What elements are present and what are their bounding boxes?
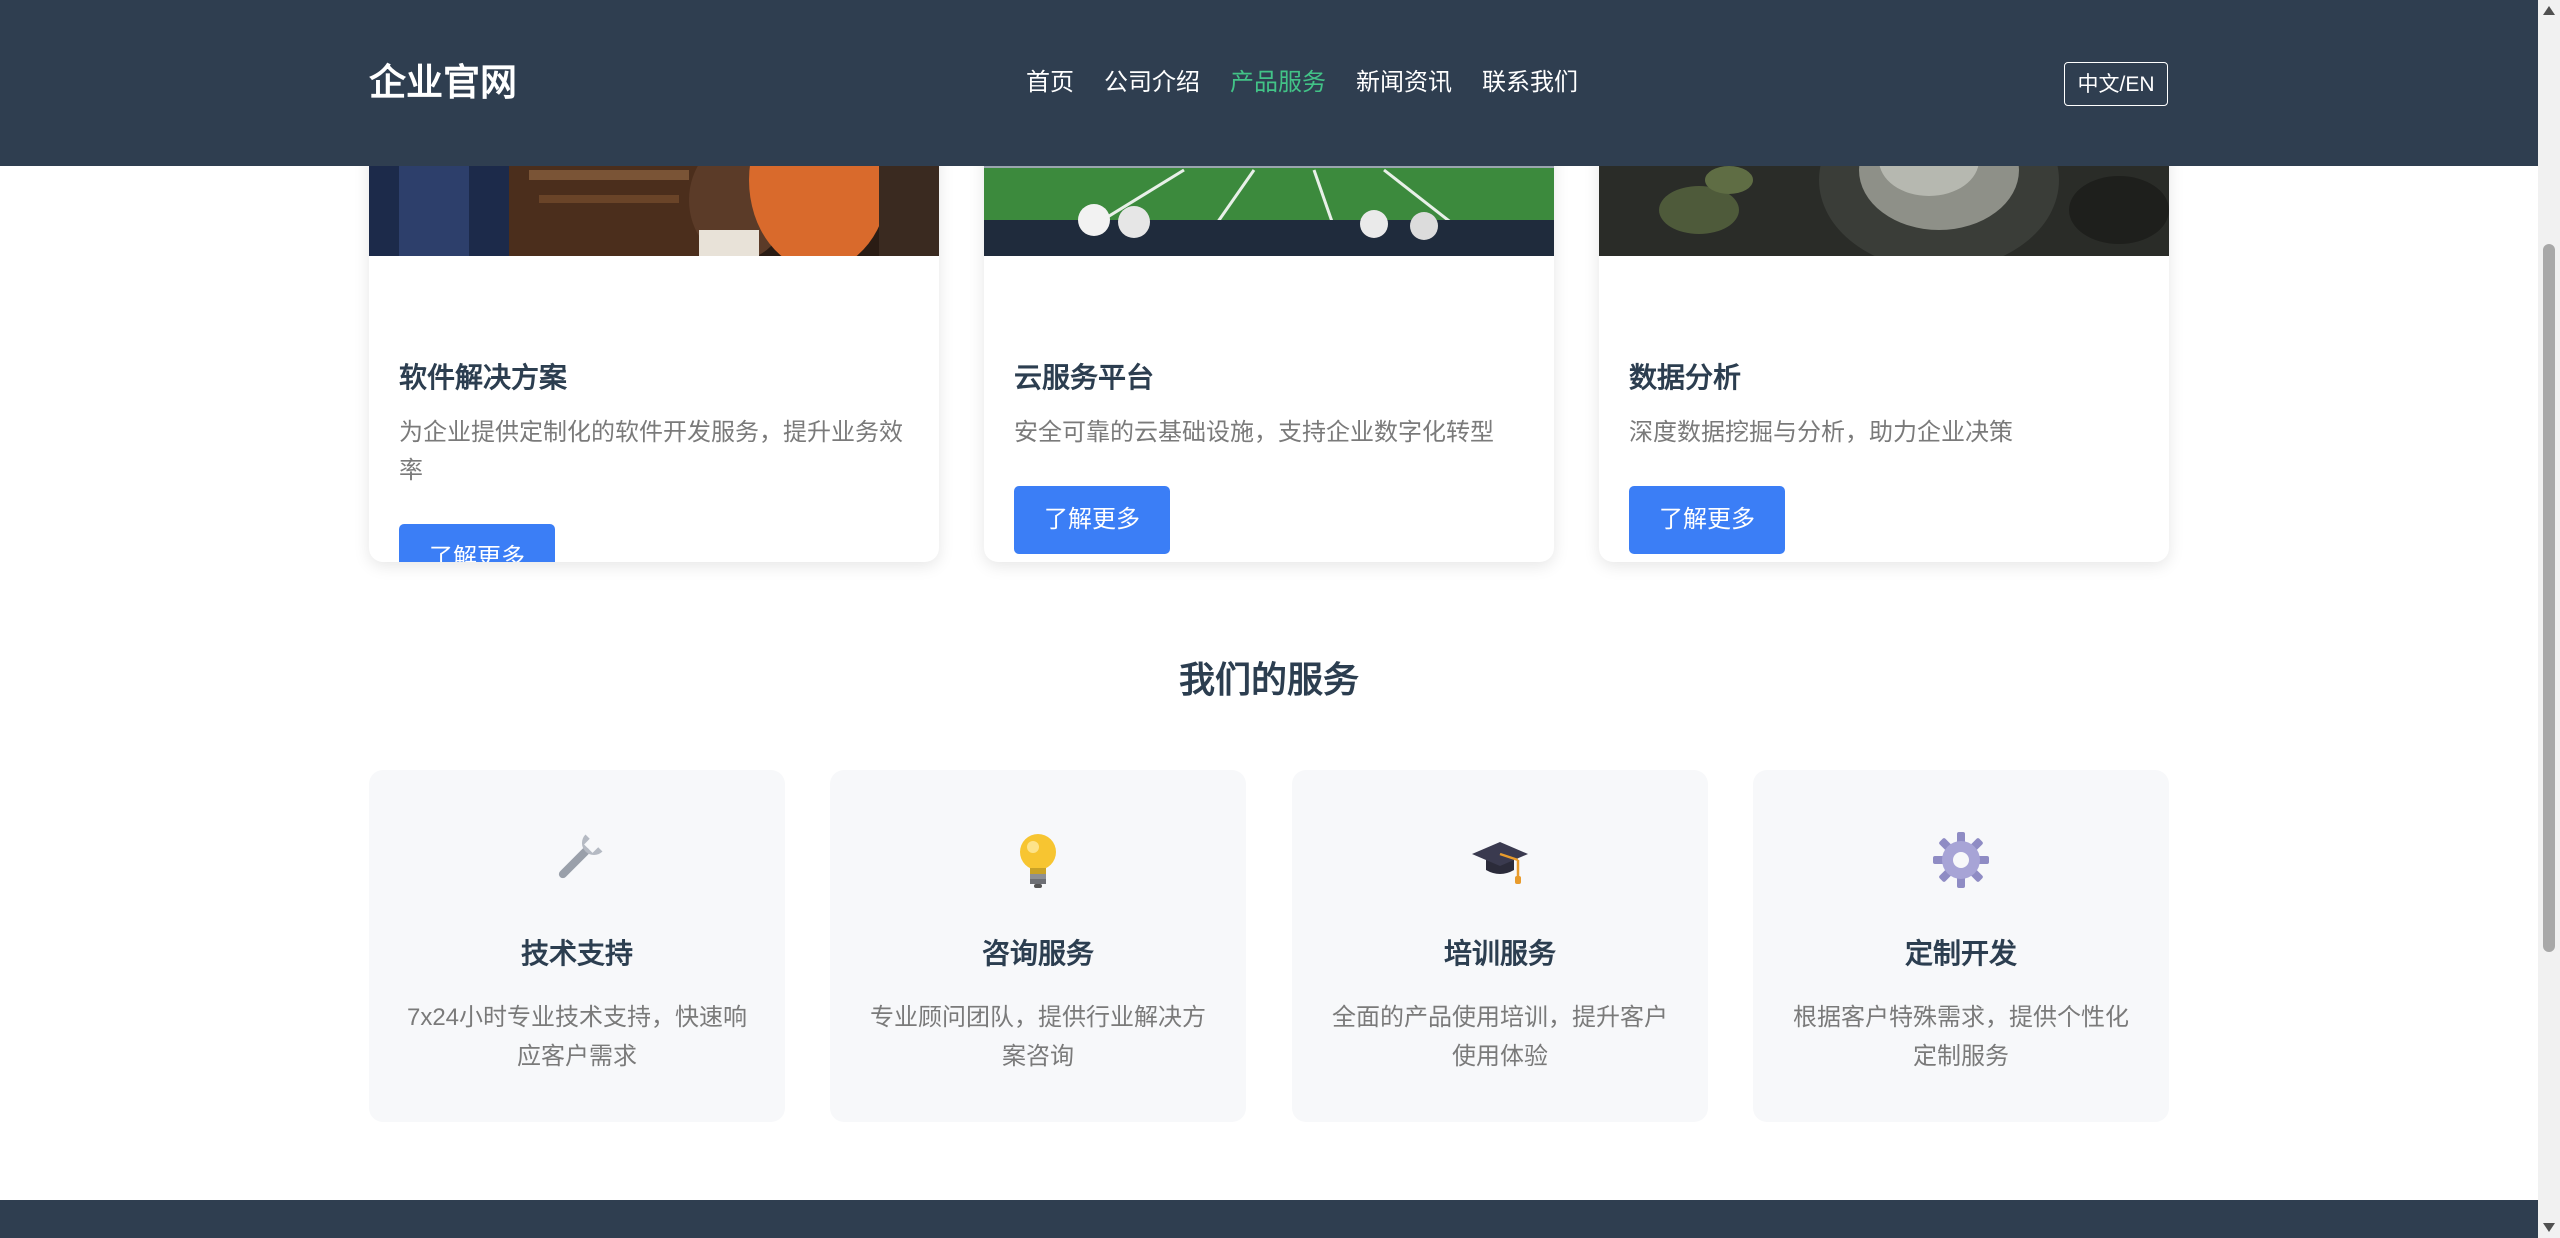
- service-card-training: 培训服务 全面的产品使用培训，提升客户使用体验: [1292, 770, 1708, 1122]
- site-header: 企业官网 首页 公司介绍 产品服务 新闻资讯 联系我们 中文/EN: [0, 0, 2538, 166]
- footer: [0, 1200, 2538, 1238]
- main-nav: 首页 公司介绍 产品服务 新闻资讯 联系我们: [1026, 64, 1578, 102]
- service-description: 7x24小时专业技术支持，快速响应客户需求: [406, 1004, 748, 1070]
- lightbulb-icon: [1008, 830, 1068, 890]
- service-title: 技术支持: [520, 938, 633, 969]
- service-card-custom-dev: 定制开发 根据客户特殊需求，提供个性化定制服务: [1753, 770, 2169, 1122]
- product-title: 云服务平台: [1014, 362, 1155, 393]
- learn-more-button[interactable]: 了解更多: [1629, 486, 1785, 554]
- product-description: 安全可靠的云基础设施，支持企业数字化转型: [1014, 419, 1494, 446]
- service-title: 培训服务: [1443, 938, 1556, 969]
- service-description: 专业顾问团队，提供行业解决方案咨询: [870, 1004, 1206, 1070]
- service-title: 咨询服务: [981, 938, 1094, 969]
- product-description: 深度数据挖掘与分析，助力企业决策: [1629, 419, 2013, 446]
- nav-item-contact[interactable]: 联系我们: [1482, 64, 1578, 102]
- wrench-icon: [547, 830, 607, 890]
- service-card-tech-support: 技术支持 7x24小时专业技术支持，快速响应客户需求: [369, 770, 785, 1122]
- learn-more-button[interactable]: 了解更多: [399, 524, 555, 562]
- nav-item-products[interactable]: 产品服务: [1230, 64, 1326, 102]
- scroll-up-arrow-icon[interactable]: [2543, 6, 2555, 15]
- nav-item-home[interactable]: 首页: [1026, 64, 1074, 102]
- page-scrollbar[interactable]: [2538, 0, 2560, 1238]
- services-section-title: 我们的服务: [1178, 659, 1359, 700]
- service-description: 根据客户特殊需求，提供个性化定制服务: [1793, 1004, 2129, 1070]
- gear-icon: [1931, 830, 1991, 890]
- graduation-cap-icon: [1470, 830, 1530, 890]
- service-title: 定制开发: [1904, 938, 2017, 969]
- page-viewport: 软件解决方案 为企业提供定制化的软件开发服务，提升业务效率 了解更多 云服务平台: [0, 0, 2560, 1238]
- learn-more-button[interactable]: 了解更多: [1014, 486, 1170, 554]
- nav-item-news[interactable]: 新闻资讯: [1356, 64, 1452, 102]
- product-description: 为企业提供定制化的软件开发服务，提升业务效率: [399, 419, 903, 484]
- scrollbar-thumb[interactable]: [2543, 244, 2555, 952]
- language-toggle-button[interactable]: 中文/EN: [2064, 62, 2168, 106]
- scroll-down-arrow-icon[interactable]: [2543, 1223, 2555, 1232]
- site-brand-logo[interactable]: 企业官网: [369, 58, 517, 108]
- service-card-consulting: 咨询服务 专业顾问团队，提供行业解决方案咨询: [830, 770, 1246, 1122]
- nav-item-about[interactable]: 公司介绍: [1104, 64, 1200, 102]
- product-title: 软件解决方案: [399, 362, 568, 393]
- service-description: 全面的产品使用培训，提升客户使用体验: [1332, 1004, 1668, 1070]
- product-title: 数据分析: [1629, 362, 1742, 393]
